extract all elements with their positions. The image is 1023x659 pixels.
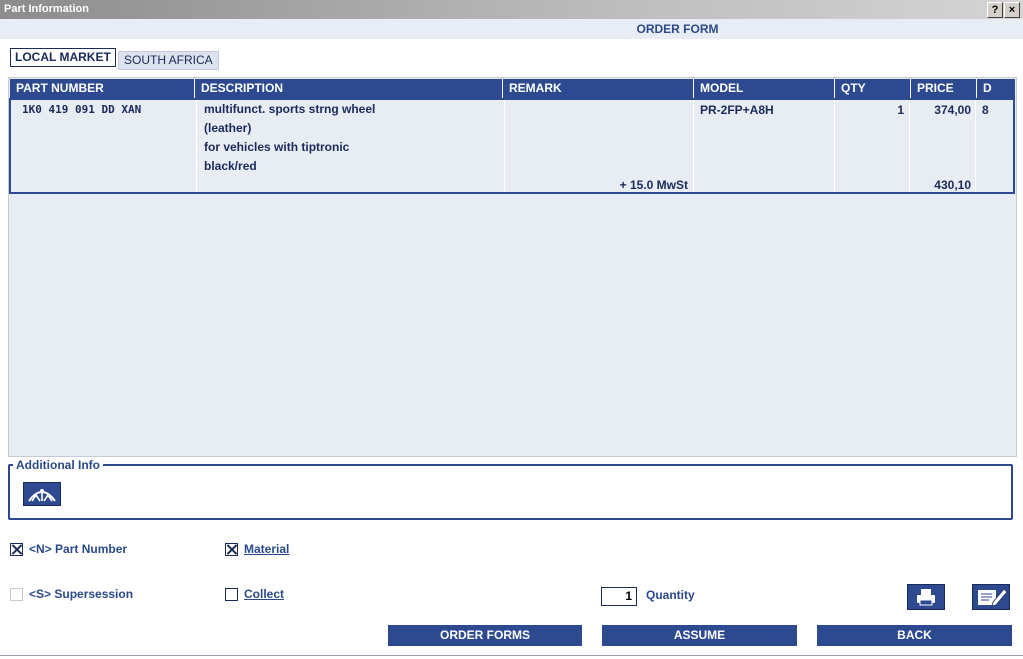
row-divider (196, 100, 197, 192)
col-description[interactable]: DESCRIPTION (194, 79, 502, 98)
quantity-input[interactable]: 1 (601, 587, 637, 606)
additional-info-panel (8, 464, 1013, 520)
cell-part-number: 1K0 419 091 DD XAN (22, 103, 142, 116)
notepad-pencil-icon (978, 588, 1008, 607)
supersession-label: <S> Supersession (29, 587, 134, 601)
collect-label: Collect (244, 587, 285, 601)
order-forms-button[interactable]: ORDER FORMS (388, 625, 582, 646)
cell-qty: 1 (897, 103, 904, 117)
tab-local-market[interactable]: LOCAL MARKET (10, 48, 116, 67)
bottom-border (0, 655, 1023, 656)
supersession-checkbox[interactable] (10, 588, 23, 601)
row-divider (834, 100, 835, 192)
assume-button[interactable]: ASSUME (602, 625, 797, 646)
col-d[interactable]: D (976, 79, 1015, 98)
description-line: for vehicles with tiptronic (204, 140, 350, 154)
cell-remark: + 15.0 MwSt (619, 178, 688, 192)
back-button[interactable]: BACK (817, 625, 1012, 646)
part-number-label: <N> Part Number (29, 542, 128, 556)
close-icon[interactable]: × (1004, 2, 1020, 18)
cell-price-incl: 430,10 (934, 178, 971, 192)
description-line: multifunct. sports strng wheel (204, 102, 376, 116)
row-divider (975, 100, 976, 192)
cell-d: 8 (982, 103, 989, 117)
table-header: PART NUMBER DESCRIPTION REMARK MODEL QTY… (10, 79, 1015, 98)
steering-wheel-button[interactable] (23, 482, 61, 506)
col-price[interactable]: PRICE (910, 79, 976, 98)
material-label: Material (244, 542, 290, 556)
help-icon[interactable]: ? (987, 2, 1003, 18)
collect-checkbox[interactable] (225, 588, 238, 601)
window-title: Part Information (4, 3, 89, 15)
row-divider (693, 100, 694, 192)
cell-price: 374,00 (934, 103, 971, 117)
material-checkbox[interactable] (225, 543, 238, 556)
steering-wheel-icon (28, 489, 56, 502)
additional-info-label: Additional Info (13, 458, 103, 472)
cell-description: multifunct. sports strng wheel (leather)… (204, 100, 375, 176)
col-part-number[interactable]: PART NUMBER (10, 79, 194, 98)
edit-notes-button[interactable] (972, 584, 1010, 610)
form-title: ORDER FORM (636, 22, 719, 36)
col-qty[interactable]: QTY (834, 79, 910, 98)
printer-icon (917, 589, 935, 606)
col-remark[interactable]: REMARK (502, 79, 693, 98)
col-model[interactable]: MODEL (693, 79, 834, 98)
form-header: ORDER FORM (0, 19, 1023, 39)
cell-model: PR-2FP+A8H (700, 103, 774, 117)
row-divider (909, 100, 910, 192)
row-divider (504, 100, 505, 192)
tab-south-africa[interactable]: SOUTH AFRICA (118, 51, 219, 70)
description-line: black/red (204, 159, 257, 173)
window-titlebar: Part Information ? × (0, 0, 1023, 19)
description-line: (leather) (204, 121, 252, 135)
quantity-label: Quantity (646, 588, 695, 602)
part-number-checkbox[interactable] (10, 543, 23, 556)
print-button[interactable] (907, 584, 945, 610)
